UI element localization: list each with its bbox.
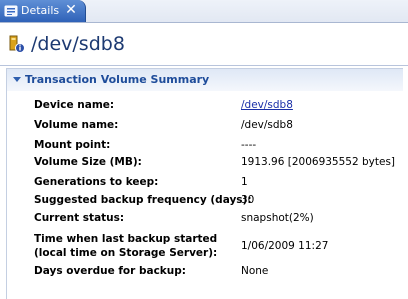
field-value: /dev/sdb8 bbox=[241, 119, 293, 131]
transaction-volume-summary-section: Transaction Volume Summary Device name: … bbox=[6, 68, 408, 299]
header-divider bbox=[0, 65, 408, 66]
field-value: 1 bbox=[241, 176, 248, 188]
tab-label: Details bbox=[21, 4, 60, 17]
details-icon bbox=[4, 5, 18, 17]
editor-header: /dev/sdb8 bbox=[0, 23, 408, 65]
status-value: snapshot(2%) bbox=[241, 212, 314, 224]
field-label-line2: (local time on Storage Server): bbox=[34, 247, 218, 259]
field-label: Days overdue for backup: bbox=[34, 265, 186, 277]
field-label: Suggested backup frequency (days): bbox=[34, 194, 252, 206]
field-label: Generations to keep: bbox=[34, 176, 159, 188]
section-title: Transaction Volume Summary bbox=[25, 73, 210, 86]
section-header[interactable]: Transaction Volume Summary bbox=[7, 68, 403, 91]
field-label: Volume name: bbox=[34, 119, 119, 131]
tab-details[interactable]: Details ✕ bbox=[0, 0, 86, 22]
field-value: 1913.96 [2006935552 bytes] bbox=[241, 156, 396, 168]
device-icon bbox=[9, 35, 25, 53]
field-label: Current status: bbox=[34, 212, 125, 224]
field-label: Mount point: bbox=[34, 139, 111, 151]
field-label: Volume Size (MB): bbox=[34, 156, 142, 168]
field-label-line1: Time when last backup started bbox=[34, 233, 218, 245]
field-value: 30 bbox=[241, 194, 255, 206]
expanded-triangle-icon[interactable] bbox=[13, 76, 21, 84]
field-value: 1/06/2009 11:27 bbox=[241, 240, 329, 252]
page-title: /dev/sdb8 bbox=[31, 33, 125, 55]
tab-strip: Details ✕ bbox=[0, 0, 408, 23]
field-label: Device name: bbox=[34, 99, 115, 111]
close-icon[interactable]: ✕ bbox=[64, 3, 78, 17]
field-value: None bbox=[241, 265, 269, 277]
device-name-link[interactable]: /dev/sdb8 bbox=[241, 98, 293, 112]
field-value: ---- bbox=[241, 139, 257, 151]
